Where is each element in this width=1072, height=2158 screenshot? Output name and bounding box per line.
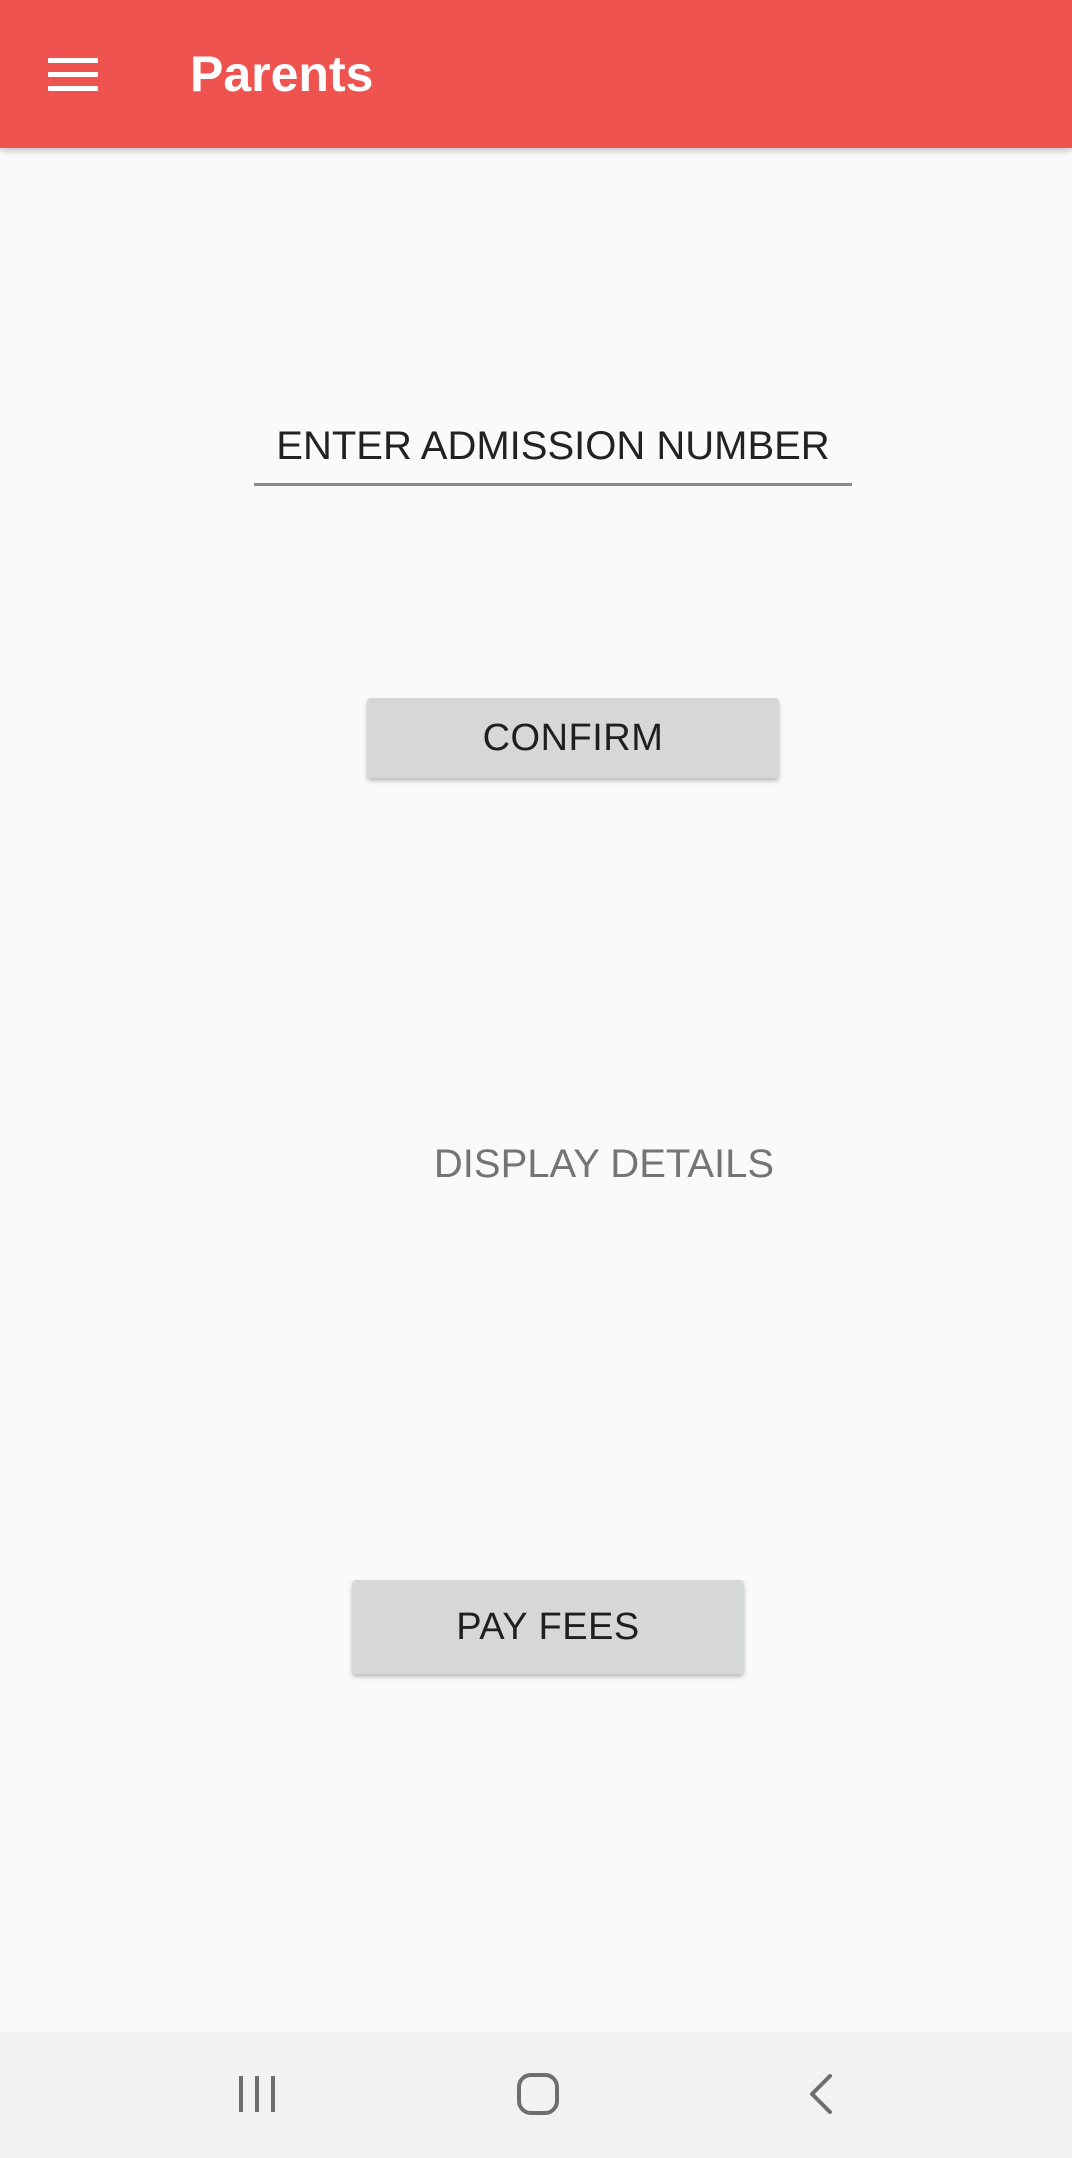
system-navigation-bar (0, 2032, 1072, 2158)
hamburger-menu-icon[interactable] (36, 44, 108, 104)
recent-apps-icon[interactable] (197, 2032, 317, 2158)
parents-screen: Parents CONFIRM DISPLAY DETAILS PAY FEES (0, 0, 1072, 2158)
page-title: Parents (190, 46, 374, 102)
app-bar: Parents (0, 0, 1072, 148)
admission-number-input[interactable] (254, 410, 852, 486)
confirm-button[interactable]: CONFIRM (367, 698, 779, 778)
menu-line (48, 58, 98, 63)
pay-fees-button[interactable]: PAY FEES (352, 1580, 744, 1674)
display-details-text: DISPLAY DETAILS (433, 1142, 775, 1186)
menu-line (48, 86, 98, 91)
menu-line (48, 72, 98, 77)
back-icon[interactable] (760, 2032, 880, 2158)
home-icon[interactable] (477, 2032, 597, 2158)
